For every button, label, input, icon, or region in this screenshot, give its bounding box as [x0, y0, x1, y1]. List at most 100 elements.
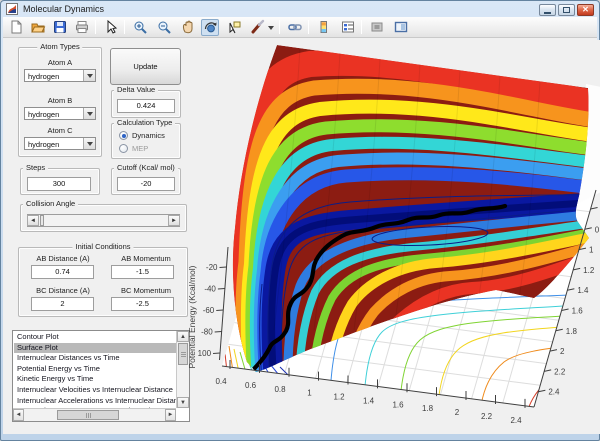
- ab-momentum-field[interactable]: -1.5: [111, 265, 174, 279]
- tick-label: 2.4: [548, 388, 560, 397]
- atom-c-value: hydrogen: [28, 139, 59, 150]
- zoom-out-tool-button[interactable]: [155, 19, 173, 36]
- horizontal-scroll-thumb[interactable]: [57, 410, 119, 420]
- chevron-down-icon[interactable]: [83, 138, 95, 149]
- scroll-down-icon[interactable]: ▼: [177, 397, 189, 408]
- tick-label: 1.8: [422, 404, 434, 413]
- list-item[interactable]: Potential Energy vs Time: [14, 364, 176, 375]
- rotate-3d-tool-button[interactable]: [201, 19, 219, 36]
- tick-label: 0.8: [595, 225, 600, 234]
- tick-label: 2: [560, 347, 565, 356]
- collision-angle-label: Collision Angle: [23, 199, 78, 208]
- insert-legend-button[interactable]: [339, 19, 357, 36]
- titlebar[interactable]: Molecular Dynamics ✕: [2, 1, 598, 17]
- bc-distance-label: BC Distance (A): [24, 286, 102, 295]
- atom-a-value: hydrogen: [28, 71, 59, 82]
- figure-toolbar: [3, 17, 597, 38]
- radio-dynamics[interactable]: Dynamics: [119, 131, 165, 140]
- scroll-left-icon[interactable]: ◄: [13, 409, 24, 421]
- collision-angle-slider[interactable]: ◄ ►: [27, 214, 180, 227]
- brush-dropdown-caret[interactable]: [266, 19, 275, 36]
- tick-label: 2.2: [554, 367, 566, 376]
- atom-b-value: hydrogen: [28, 109, 59, 120]
- show-plot-tools-button[interactable]: [392, 19, 410, 36]
- atom-c-combobox[interactable]: hydrogen: [24, 137, 96, 150]
- tick-label: -100: [198, 349, 212, 358]
- toolbar-separator: [361, 20, 362, 34]
- window-title: Molecular Dynamics: [23, 4, 104, 14]
- restore-button[interactable]: [558, 4, 575, 16]
- update-button[interactable]: Update: [110, 48, 181, 85]
- atom-b-combobox[interactable]: hydrogen: [24, 107, 96, 120]
- application-window: Molecular Dynamics ✕ At: [0, 0, 600, 441]
- brush-tool-button[interactable]: [249, 19, 267, 36]
- radio-dynamics-label: Dynamics: [132, 131, 165, 140]
- steps-field[interactable]: 300: [27, 177, 91, 191]
- tick-label: -20: [206, 263, 218, 272]
- delta-value-label: Delta Value: [114, 85, 158, 94]
- cutoff-field[interactable]: -20: [117, 177, 175, 191]
- close-icon: ✕: [582, 6, 589, 14]
- plot-type-listbox[interactable]: Contour PlotSurface PlotInternuclear Dis…: [12, 330, 190, 422]
- tick-label: 1.8: [566, 327, 578, 336]
- horizontal-scrollbar[interactable]: ◄ ►: [13, 408, 176, 421]
- scroll-right-icon[interactable]: ►: [165, 409, 176, 421]
- ab-momentum-label: AB Momentum: [107, 254, 185, 263]
- delta-value-field[interactable]: 0.424: [117, 99, 175, 113]
- zoom-in-tool-button[interactable]: [131, 19, 149, 36]
- toolbar-separator: [95, 20, 96, 34]
- list-item[interactable]: Internuclear Velocities vs Internuclear …: [14, 385, 176, 396]
- open-file-button[interactable]: [29, 19, 47, 36]
- atom-b-label: Atom B: [18, 96, 102, 105]
- delta-value-panel: Delta Value 0.424: [111, 90, 181, 118]
- tick-label: 0.4: [215, 377, 227, 386]
- app-icon: [6, 3, 18, 15]
- slider-left-arrow-icon[interactable]: ◄: [27, 215, 39, 226]
- calculation-type-panel: Calculation Type Dynamics MEP: [111, 123, 181, 159]
- minimize-button[interactable]: [539, 4, 556, 16]
- data-cursor-tool-button[interactable]: [225, 19, 243, 36]
- initial-conditions-panel: Initial Conditions AB Distance (A) AB Mo…: [18, 247, 188, 317]
- ab-distance-field[interactable]: 0.74: [31, 265, 94, 279]
- cutoff-panel: Cutoff (Kcal/ mol) -20: [111, 168, 181, 195]
- radio-mep[interactable]: MEP: [119, 144, 148, 153]
- slider-right-arrow-icon[interactable]: ►: [168, 215, 180, 226]
- close-button[interactable]: ✕: [577, 4, 594, 16]
- toolbar-separator: [279, 20, 280, 34]
- hide-plot-tools-button[interactable]: [368, 19, 386, 36]
- toolbar-separator: [308, 20, 309, 34]
- bc-momentum-field[interactable]: -2.5: [111, 297, 174, 311]
- list-item[interactable]: Kinetic Energy vs Time: [14, 374, 176, 385]
- tick-label: 0.8: [274, 385, 286, 394]
- chevron-down-icon[interactable]: [83, 70, 95, 81]
- radio-icon: [119, 144, 128, 153]
- tick-label: 1: [307, 389, 312, 398]
- steps-label: Steps: [23, 163, 48, 172]
- print-button[interactable]: [73, 19, 91, 36]
- collision-angle-panel: Collision Angle ◄ ►: [20, 204, 187, 232]
- chevron-down-icon[interactable]: [83, 108, 95, 119]
- tick-label: -80: [201, 328, 213, 337]
- tick-label: -60: [203, 306, 215, 315]
- bc-distance-field[interactable]: 2: [31, 297, 94, 311]
- tick-label: 1: [589, 246, 594, 255]
- list-item[interactable]: Surface Plot: [14, 343, 176, 354]
- cutoff-label: Cutoff (Kcal/ mol): [114, 163, 178, 172]
- new-file-button[interactable]: [7, 19, 25, 36]
- link-plots-button[interactable]: [286, 19, 304, 36]
- list-item[interactable]: Contour Plot: [14, 332, 176, 343]
- list-item[interactable]: Internuclear Distances vs Time: [14, 353, 176, 364]
- atom-a-label: Atom A: [18, 58, 102, 67]
- slider-thumb[interactable]: [40, 215, 44, 226]
- tick-label: 1.4: [577, 286, 589, 295]
- steps-panel: Steps 300: [20, 168, 100, 195]
- save-button[interactable]: [51, 19, 69, 36]
- list-item[interactable]: Internuclear Accelerations vs Internucle…: [14, 396, 176, 407]
- insert-colorbar-button[interactable]: [315, 19, 333, 36]
- tick-label: 1.6: [392, 400, 404, 409]
- pan-tool-button[interactable]: [179, 19, 197, 36]
- atom-a-combobox[interactable]: hydrogen: [24, 69, 96, 82]
- tick-label: 1.4: [363, 396, 375, 405]
- plot-axes[interactable]: 0.40.60.811.21.41.61.822.22.40.60.811.21…: [198, 40, 600, 434]
- pointer-tool-button[interactable]: [102, 19, 120, 36]
